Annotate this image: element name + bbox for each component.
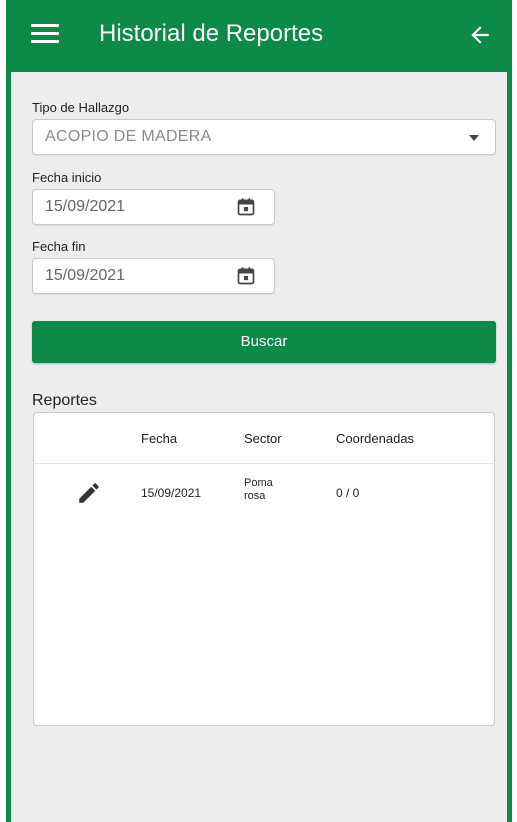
search-button[interactable]: Buscar [32, 321, 496, 363]
cell-sector-line2: rosa [244, 490, 266, 502]
fecha-fin-field[interactable]: 15/09/2021 [32, 258, 275, 294]
app-frame: Historial de Reportes Tipo de Hallazgo A… [6, 0, 512, 822]
calendar-icon[interactable] [236, 197, 256, 217]
tipo-hallazgo-label: Tipo de Hallazgo [32, 100, 130, 115]
column-header-fecha: Fecha [141, 431, 178, 446]
menu-icon[interactable] [31, 24, 59, 48]
cell-coordenadas: 0 / 0 [336, 486, 360, 500]
app-bar: Historial de Reportes [11, 0, 507, 72]
fecha-fin-label: Fecha fin [32, 239, 86, 254]
column-header-coordenadas: Coordenadas [336, 431, 415, 446]
fecha-inicio-value: 15/09/2021 [45, 198, 126, 215]
page-title: Historial de Reportes [99, 20, 324, 47]
fecha-inicio-field[interactable]: 15/09/2021 [32, 189, 275, 225]
cell-sector-line1: Poma [244, 477, 273, 489]
tipo-hallazgo-value: ACOPIO DE MADERA [45, 128, 212, 145]
caret-down-icon [469, 135, 479, 141]
reportes-title: Reportes [32, 392, 97, 409]
cell-sector: Poma rosa [244, 477, 273, 503]
arrow-left-icon[interactable] [467, 22, 493, 48]
table-row[interactable]: 15/09/2021 Poma rosa 0 / 0 [34, 464, 494, 524]
pencil-icon[interactable] [76, 480, 102, 506]
fecha-inicio-label: Fecha inicio [32, 170, 102, 185]
column-header-sector: Sector [244, 431, 282, 446]
table-header: Fecha Sector Coordenadas [34, 413, 494, 464]
tipo-hallazgo-select[interactable]: ACOPIO DE MADERA [32, 119, 496, 155]
fecha-fin-value: 15/09/2021 [45, 267, 126, 284]
cell-fecha: 15/09/2021 [141, 486, 202, 500]
reportes-table: Fecha Sector Coordenadas 15/09/2021 Poma… [33, 412, 495, 726]
calendar-icon[interactable] [236, 266, 256, 286]
